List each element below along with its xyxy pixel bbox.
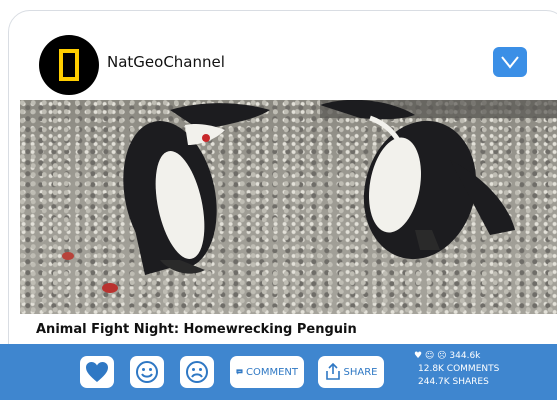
engagement-stats: ♥ ☺ ☹ 344.6k 12.8K COMMENTS 244.7K SHARE… [414,350,499,389]
left-penguin [123,103,270,275]
smiley-icon [136,361,158,383]
share-label: SHARE [343,366,378,378]
heart-icon [86,362,108,382]
right-penguin [320,100,515,260]
channel-avatar[interactable] [39,35,99,95]
heart-small-icon: ♥ ☺ ☹ [414,351,450,361]
share-count: 244.7K SHARES [418,377,489,387]
happy-reaction-button[interactable] [130,356,164,388]
caption-bar: Animal Fight Night: Homewrecking Penguin [20,314,557,344]
chevron-down-icon [501,56,519,69]
reaction-count: 344.6k [449,351,481,361]
share-arrow-icon [325,363,340,380]
like-button[interactable] [80,356,114,388]
post-header: NatGeoChannel [9,11,557,111]
share-button[interactable]: SHARE [318,356,384,388]
sad-reaction-button[interactable] [180,356,214,388]
frown-icon [186,361,208,383]
post-caption: Animal Fight Night: Homewrecking Penguin [36,322,357,337]
comment-button[interactable]: COMMENT [230,356,304,388]
channel-name[interactable]: NatGeoChannel [107,53,225,71]
comment-label: COMMENT [245,366,298,378]
post-media[interactable] [20,100,557,314]
post-menu-button[interactable] [493,47,527,77]
natgeo-frame-icon [59,49,79,81]
speech-bubble-icon [236,369,243,375]
reaction-count-row: ♥ ☺ ☹ 344.6k [414,350,499,363]
penguin-photo [62,100,557,293]
comment-count: 12.8K COMMENTS [418,364,500,374]
action-bar: COMMENT SHARE ♥ ☺ ☹ 344.6k 12.8K COMMENT… [0,344,557,400]
